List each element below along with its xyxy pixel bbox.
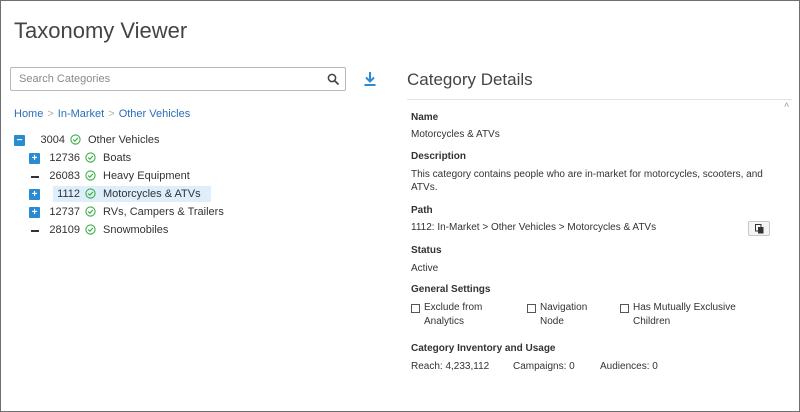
category-label[interactable]: RVs, Campers & Trailers [103, 206, 224, 218]
category-code: 1112 [57, 188, 80, 200]
mutually-exclusive-children-label: Has Mutually Exclusive Children [633, 301, 736, 329]
path-label: Path [411, 205, 433, 216]
active-check-icon [85, 188, 96, 199]
copy-icon [755, 224, 764, 234]
active-check-icon [85, 170, 96, 181]
reach-value: Reach: 4,233,112 [411, 361, 490, 372]
status-value: Active [411, 263, 439, 274]
description-line-1: This category contains people who are in… [411, 169, 763, 180]
copy-path-button[interactable] [748, 221, 770, 236]
tree-row[interactable]: +1112 Motorcycles & ATVs [14, 186, 404, 204]
navigation-node-checkbox[interactable] [527, 304, 536, 313]
scroll-up-icon[interactable]: ˄ [784, 100, 789, 110]
divider [407, 99, 792, 100]
mutually-exclusive-children-checkbox[interactable] [620, 304, 629, 313]
description-line-2: ATVs. [411, 182, 438, 193]
breadcrumb-separator: > [108, 108, 115, 120]
setting-label-line: Node [540, 316, 564, 327]
exclude-from-analytics-label: Exclude from Analytics [424, 301, 482, 329]
search-box[interactable] [10, 67, 346, 91]
tree-row[interactable]: 26083 Heavy Equipment [14, 168, 404, 186]
status-label: Status [411, 245, 442, 256]
active-check-icon [85, 224, 96, 235]
setting-label-line: Analytics [424, 316, 465, 327]
setting-label-line: Navigation [540, 302, 588, 313]
category-code: 12736 [49, 152, 80, 164]
inventory-label: Category Inventory and Usage [411, 343, 556, 354]
category-code: 28109 [49, 224, 80, 236]
category-label[interactable]: Motorcycles & ATVs [103, 188, 201, 200]
campaigns-value: Campaigns: 0 [513, 361, 575, 372]
breadcrumb-other-vehicles[interactable]: Other Vehicles [119, 108, 191, 120]
tree-row[interactable]: −3004 Other Vehicles [14, 132, 404, 150]
setting-label-line: Has Mutually Exclusive [633, 302, 736, 313]
tree-row[interactable]: +12736 Boats [14, 150, 404, 168]
audiences-value: Audiences: 0 [600, 361, 658, 372]
navigation-node-label: Navigation Node [540, 301, 587, 329]
general-settings-label: General Settings [411, 284, 491, 295]
category-code: 12737 [49, 206, 80, 218]
category-code: 3004 [40, 134, 65, 146]
active-check-icon [70, 134, 81, 145]
name-value: Motorcycles & ATVs [411, 129, 500, 140]
search-icon[interactable] [327, 73, 339, 85]
details-title: Category Details [407, 70, 533, 89]
download-icon[interactable] [363, 71, 377, 87]
breadcrumb-in-market[interactable]: In-Market [58, 108, 104, 120]
category-label[interactable]: Snowmobiles [103, 224, 168, 236]
category-label[interactable]: Boats [103, 152, 131, 164]
exclude-from-analytics-checkbox[interactable] [411, 304, 420, 313]
app-title: Taxonomy Viewer [14, 18, 188, 43]
search-input[interactable] [11, 68, 321, 90]
category-label[interactable]: Other Vehicles [88, 134, 160, 146]
category-code: 26083 [49, 170, 80, 182]
breadcrumb: Home > In-Market > Other Vehicles [14, 108, 190, 120]
description-label: Description [411, 151, 467, 162]
tree-row[interactable]: +12737 RVs, Campers & Trailers [14, 204, 404, 222]
setting-label-line: Exclude from [424, 302, 483, 313]
tree-row[interactable]: 28109 Snowmobiles [14, 222, 404, 240]
breadcrumb-home[interactable]: Home [14, 108, 43, 120]
category-label[interactable]: Heavy Equipment [103, 170, 190, 182]
path-value: 1112: In-Market > Other Vehicles > Motor… [411, 222, 657, 233]
category-tree: −3004 Other Vehicles +12736 Boats 26083 Heavy… [14, 132, 404, 240]
name-label: Name [411, 112, 439, 123]
active-check-icon [85, 206, 96, 217]
setting-label-line: Children [633, 316, 671, 327]
active-check-icon [85, 152, 96, 163]
breadcrumb-separator: > [47, 108, 54, 120]
